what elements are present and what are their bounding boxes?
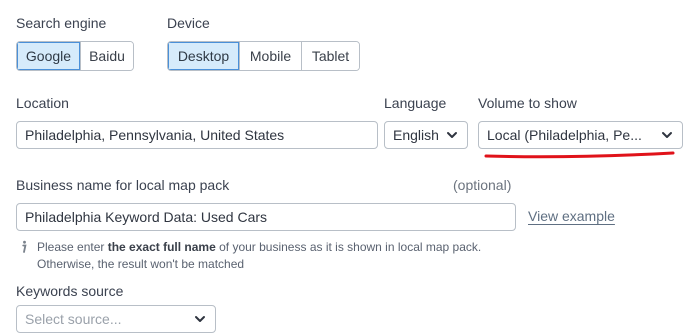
keywords-source-select[interactable]: Select source... [16, 305, 216, 333]
info-icon [22, 240, 27, 253]
business-name-input[interactable]: Philadelphia Keyword Data: Used Cars [16, 203, 516, 231]
location-value: Philadelphia, Pennsylvania, United State… [25, 127, 285, 143]
device-mobile[interactable]: Mobile [240, 42, 302, 70]
location-input[interactable]: Philadelphia, Pennsylvania, United State… [16, 121, 378, 149]
search-engine-toggle: Google Baidu [16, 41, 134, 71]
hint-text: Please enter the exact full name of your… [37, 239, 481, 273]
search-engine-google[interactable]: Google [17, 42, 81, 70]
language-value: English [393, 127, 439, 143]
device-tablet[interactable]: Tablet [302, 42, 359, 70]
business-name-value: Philadelphia Keyword Data: Used Cars [25, 209, 268, 225]
red-underline-annotation [484, 151, 675, 159]
hint-pre: Please enter [37, 240, 108, 254]
location-label: Location [16, 95, 69, 111]
device-desktop[interactable]: Desktop [168, 42, 240, 70]
volume-label: Volume to show [478, 95, 577, 111]
language-label: Language [384, 95, 447, 111]
device-toggle: Desktop Mobile Tablet [167, 41, 360, 71]
chevron-down-icon [662, 132, 672, 138]
business-optional-label: (optional) [453, 177, 512, 193]
hint-bold: the exact full name [107, 240, 216, 254]
search-engine-label: Search engine [16, 15, 107, 31]
hint-line-1: Please enter the exact full name of your… [37, 239, 481, 256]
volume-value: Local (Philadelphia, Pe... [487, 127, 642, 143]
search-engine-baidu[interactable]: Baidu [81, 42, 133, 70]
volume-select[interactable]: Local (Philadelphia, Pe... [478, 121, 683, 149]
hint-post: of your business as it is shown in local… [215, 240, 482, 254]
device-label: Device [167, 15, 210, 31]
keywords-source-label: Keywords source [16, 283, 124, 299]
language-select[interactable]: English [384, 121, 468, 149]
chevron-down-icon [195, 316, 205, 322]
business-label: Business name for local map pack [16, 177, 230, 193]
chevron-down-icon [447, 132, 457, 138]
keywords-source-placeholder: Select source... [25, 311, 122, 327]
view-example-link[interactable]: View example [528, 208, 615, 224]
hint-line-2: Otherwise, the result won't be matched [37, 257, 245, 271]
